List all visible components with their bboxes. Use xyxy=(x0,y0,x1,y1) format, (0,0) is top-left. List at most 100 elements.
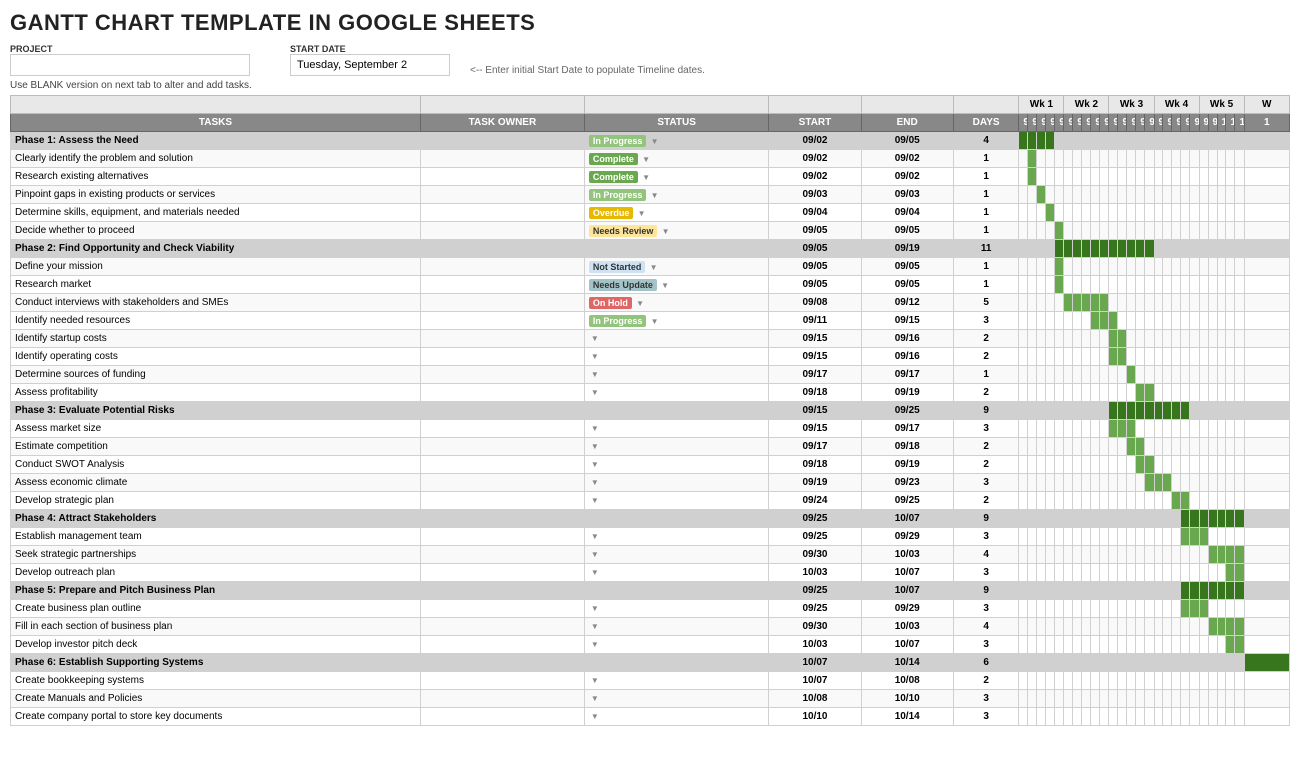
gantt-bar-cell xyxy=(1028,690,1037,708)
gantt-bar-cell xyxy=(1244,600,1289,618)
gantt-bar-cell xyxy=(1172,672,1181,690)
dropdown-arrow-icon[interactable]: ▼ xyxy=(591,424,599,433)
dropdown-arrow-icon[interactable]: ▼ xyxy=(591,532,599,541)
gantt-bar-cell xyxy=(1136,168,1145,186)
day-95: 9/5 xyxy=(1055,114,1064,132)
gantt-bar-cell xyxy=(1145,636,1154,654)
gantt-bar-cell xyxy=(1073,474,1082,492)
days-cell: 4 xyxy=(953,546,1019,564)
gantt-bar-cell xyxy=(1118,582,1127,600)
gantt-bar-cell xyxy=(1154,564,1163,582)
gantt-bar-cell xyxy=(1190,312,1199,330)
gantt-bar-cell xyxy=(1037,690,1046,708)
gantt-bar-cell xyxy=(1199,384,1208,402)
dropdown-arrow-icon[interactable]: ▼ xyxy=(591,676,599,685)
gantt-bar-cell xyxy=(1199,618,1208,636)
gantt-bar-cell xyxy=(1244,510,1289,528)
gantt-bar-cell xyxy=(1208,492,1217,510)
gantt-bar-cell xyxy=(1064,222,1073,240)
day-910: 9/10 xyxy=(1082,114,1091,132)
gantt-bar-cell xyxy=(1055,276,1064,294)
start-col-header: START xyxy=(769,114,861,132)
dropdown-arrow-icon[interactable]: ▼ xyxy=(591,694,599,703)
start-date-input[interactable] xyxy=(290,54,450,76)
gantt-bar-cell xyxy=(1082,654,1091,672)
dropdown-arrow-icon[interactable]: ▼ xyxy=(591,622,599,631)
gantt-bar-cell xyxy=(1073,672,1082,690)
dropdown-arrow-icon[interactable]: ▼ xyxy=(634,299,644,308)
dropdown-arrow-icon[interactable]: ▼ xyxy=(591,568,599,577)
gantt-bar-cell xyxy=(1046,384,1055,402)
gantt-bar-cell xyxy=(1073,690,1082,708)
dropdown-arrow-icon[interactable]: ▼ xyxy=(648,191,658,200)
gantt-bar-cell xyxy=(1046,222,1055,240)
gantt-bar-cell xyxy=(1217,672,1226,690)
gantt-bar-cell xyxy=(1154,402,1163,420)
gantt-bar-cell xyxy=(1082,240,1091,258)
dropdown-arrow-icon[interactable]: ▼ xyxy=(640,173,650,182)
gantt-bar-cell xyxy=(1181,456,1190,474)
dropdown-arrow-icon[interactable]: ▼ xyxy=(591,334,599,343)
gantt-bar-cell xyxy=(1028,456,1037,474)
gantt-bar-cell xyxy=(1127,348,1136,366)
dropdown-arrow-icon[interactable]: ▼ xyxy=(640,155,650,164)
gantt-bar-cell xyxy=(1181,708,1190,726)
gantt-bar-cell xyxy=(1217,564,1226,582)
gantt-bar-cell xyxy=(1226,546,1235,564)
gantt-bar-cell xyxy=(1100,294,1109,312)
gantt-bar-cell xyxy=(1028,510,1037,528)
gantt-bar-cell xyxy=(1154,654,1163,672)
task-cell: Clearly identify the problem and solutio… xyxy=(11,150,421,168)
gantt-bar-cell xyxy=(1109,528,1118,546)
gantt-bar-cell xyxy=(1064,636,1073,654)
gantt-bar-cell xyxy=(1199,402,1208,420)
gantt-bar-cell xyxy=(1190,618,1199,636)
dropdown-arrow-icon[interactable]: ▼ xyxy=(591,604,599,613)
gantt-bar-cell xyxy=(1208,186,1217,204)
dropdown-arrow-icon[interactable]: ▼ xyxy=(591,712,599,721)
gantt-bar-cell xyxy=(1127,294,1136,312)
days-cell: 3 xyxy=(953,420,1019,438)
dropdown-arrow-icon[interactable]: ▼ xyxy=(591,640,599,649)
dropdown-arrow-icon[interactable]: ▼ xyxy=(591,460,599,469)
gantt-bar-cell xyxy=(1145,366,1154,384)
dropdown-arrow-icon[interactable]: ▼ xyxy=(591,352,599,361)
dropdown-arrow-icon[interactable]: ▼ xyxy=(647,263,657,272)
gantt-bar-cell xyxy=(1136,420,1145,438)
dropdown-arrow-icon[interactable]: ▼ xyxy=(635,209,645,218)
dropdown-arrow-icon[interactable]: ▼ xyxy=(591,496,599,505)
gantt-bar-cell xyxy=(1082,258,1091,276)
gantt-bar-cell xyxy=(1208,510,1217,528)
dropdown-arrow-icon[interactable]: ▼ xyxy=(648,317,658,326)
gantt-bar-cell xyxy=(1091,636,1100,654)
gantt-bar-cell xyxy=(1136,312,1145,330)
dropdown-arrow-icon[interactable]: ▼ xyxy=(591,550,599,559)
dropdown-arrow-icon[interactable]: ▼ xyxy=(591,370,599,379)
gantt-bar-cell xyxy=(1199,132,1208,150)
gantt-bar-cell xyxy=(1073,582,1082,600)
gantt-bar-cell xyxy=(1235,384,1244,402)
dropdown-arrow-icon[interactable]: ▼ xyxy=(591,478,599,487)
project-input[interactable] xyxy=(10,54,250,76)
gantt-bar-cell xyxy=(1172,186,1181,204)
gantt-bar-cell xyxy=(1055,708,1064,726)
gantt-bar-cell xyxy=(1082,528,1091,546)
gantt-bar-cell xyxy=(1055,618,1064,636)
dropdown-arrow-icon[interactable]: ▼ xyxy=(659,281,669,290)
gantt-bar-cell xyxy=(1046,276,1055,294)
gantt-bar-cell xyxy=(1172,258,1181,276)
gantt-bar-cell xyxy=(1100,276,1109,294)
task-cell: Research market xyxy=(11,276,421,294)
gantt-bar-cell xyxy=(1145,492,1154,510)
gantt-bar-cell xyxy=(1073,564,1082,582)
start-cell: 09/05 xyxy=(769,222,861,240)
gantt-bar-cell xyxy=(1100,168,1109,186)
gantt-bar-cell xyxy=(1091,420,1100,438)
dropdown-arrow-icon[interactable]: ▼ xyxy=(591,388,599,397)
gantt-bar-cell xyxy=(1019,708,1028,726)
dropdown-arrow-icon[interactable]: ▼ xyxy=(648,137,658,146)
dropdown-arrow-icon[interactable]: ▼ xyxy=(591,442,599,451)
gantt-bar-cell xyxy=(1109,600,1118,618)
dropdown-arrow-icon[interactable]: ▼ xyxy=(659,227,669,236)
gantt-bar-cell xyxy=(1055,222,1064,240)
